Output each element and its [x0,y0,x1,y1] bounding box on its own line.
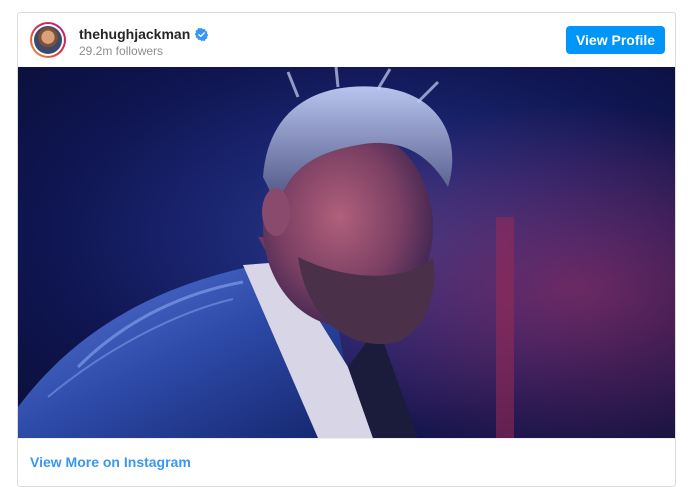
username-row: thehughjackman [79,26,209,42]
instagram-embed: thehughjackman 29.2m followers View Prof… [17,12,676,487]
avatar-frame [32,24,64,56]
view-more-on-instagram-link[interactable]: View More on Instagram [30,454,191,470]
post-header: thehughjackman 29.2m followers View Prof… [18,13,675,67]
post-photo-illustration [18,67,675,438]
follower-count: 29.2m followers [79,44,164,58]
view-profile-button[interactable]: View Profile [566,26,665,54]
username-link[interactable]: thehughjackman [79,26,190,42]
post-footer: View More on Instagram [18,438,675,486]
verified-badge-icon [195,27,209,41]
avatar[interactable] [30,22,66,58]
avatar-image [34,26,62,54]
post-photo[interactable] [18,67,675,438]
